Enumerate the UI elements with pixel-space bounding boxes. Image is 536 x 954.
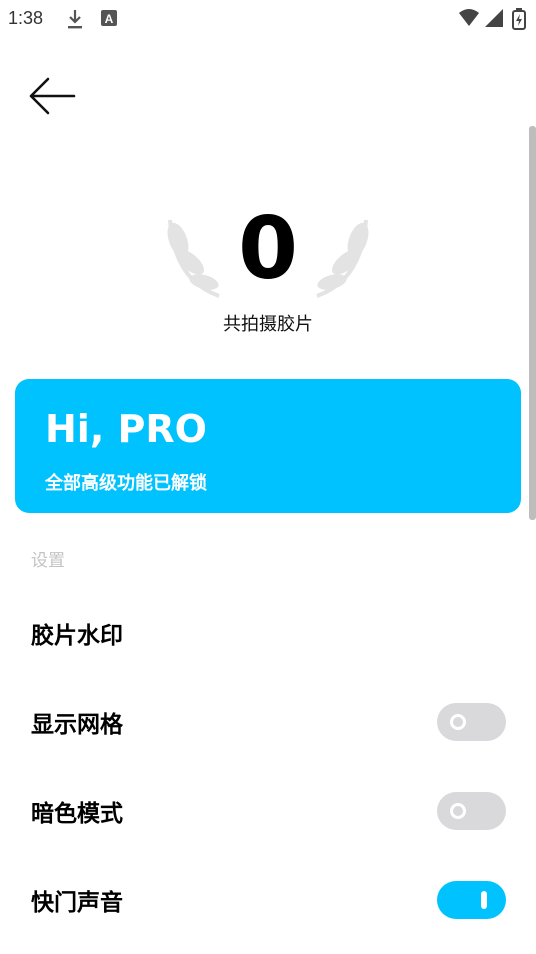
- wifi-icon: [458, 8, 480, 32]
- arrow-left-icon: [29, 77, 76, 115]
- setting-film-watermark[interactable]: 胶片水印: [0, 602, 536, 662]
- pro-subtitle: 全部高级功能已解锁: [45, 473, 207, 494]
- pro-title: Hi, PRO: [45, 407, 207, 451]
- film-count-label: 共拍摄胶片: [223, 314, 313, 335]
- setting-label: 暗色模式: [31, 801, 123, 827]
- pro-status-card[interactable]: Hi, PRO 全部高级功能已解锁: [15, 379, 521, 513]
- dark-mode-toggle[interactable]: [437, 792, 506, 830]
- setting-label: 胶片水印: [31, 623, 123, 649]
- toggle-knob-on: [481, 891, 487, 909]
- status-bar: 1:38 A: [0, 0, 536, 40]
- shutter-sound-toggle[interactable]: [437, 881, 506, 919]
- back-button[interactable]: [28, 74, 76, 118]
- status-time: 1:38: [8, 8, 44, 28]
- battery-icon: [512, 8, 526, 34]
- setting-show-grid: 显示网格: [0, 691, 536, 751]
- setting-dark-mode: 暗色模式: [0, 780, 536, 840]
- film-count-value: 0: [238, 199, 298, 299]
- setting-shutter-sound: 快门声音: [0, 869, 536, 929]
- show-grid-toggle[interactable]: [437, 703, 506, 741]
- setting-label: 快门声音: [31, 890, 123, 916]
- settings-section-header: 设置: [31, 551, 65, 571]
- film-count-section: 0 共拍摄胶片: [0, 190, 536, 350]
- toggle-knob-off: [450, 714, 466, 730]
- setting-label: 显示网格: [31, 712, 123, 738]
- toggle-knob-off: [450, 803, 466, 819]
- download-icon: [66, 8, 84, 34]
- svg-text:A: A: [105, 12, 114, 26]
- cellular-icon: [484, 8, 504, 32]
- a-badge-icon: A: [100, 8, 118, 32]
